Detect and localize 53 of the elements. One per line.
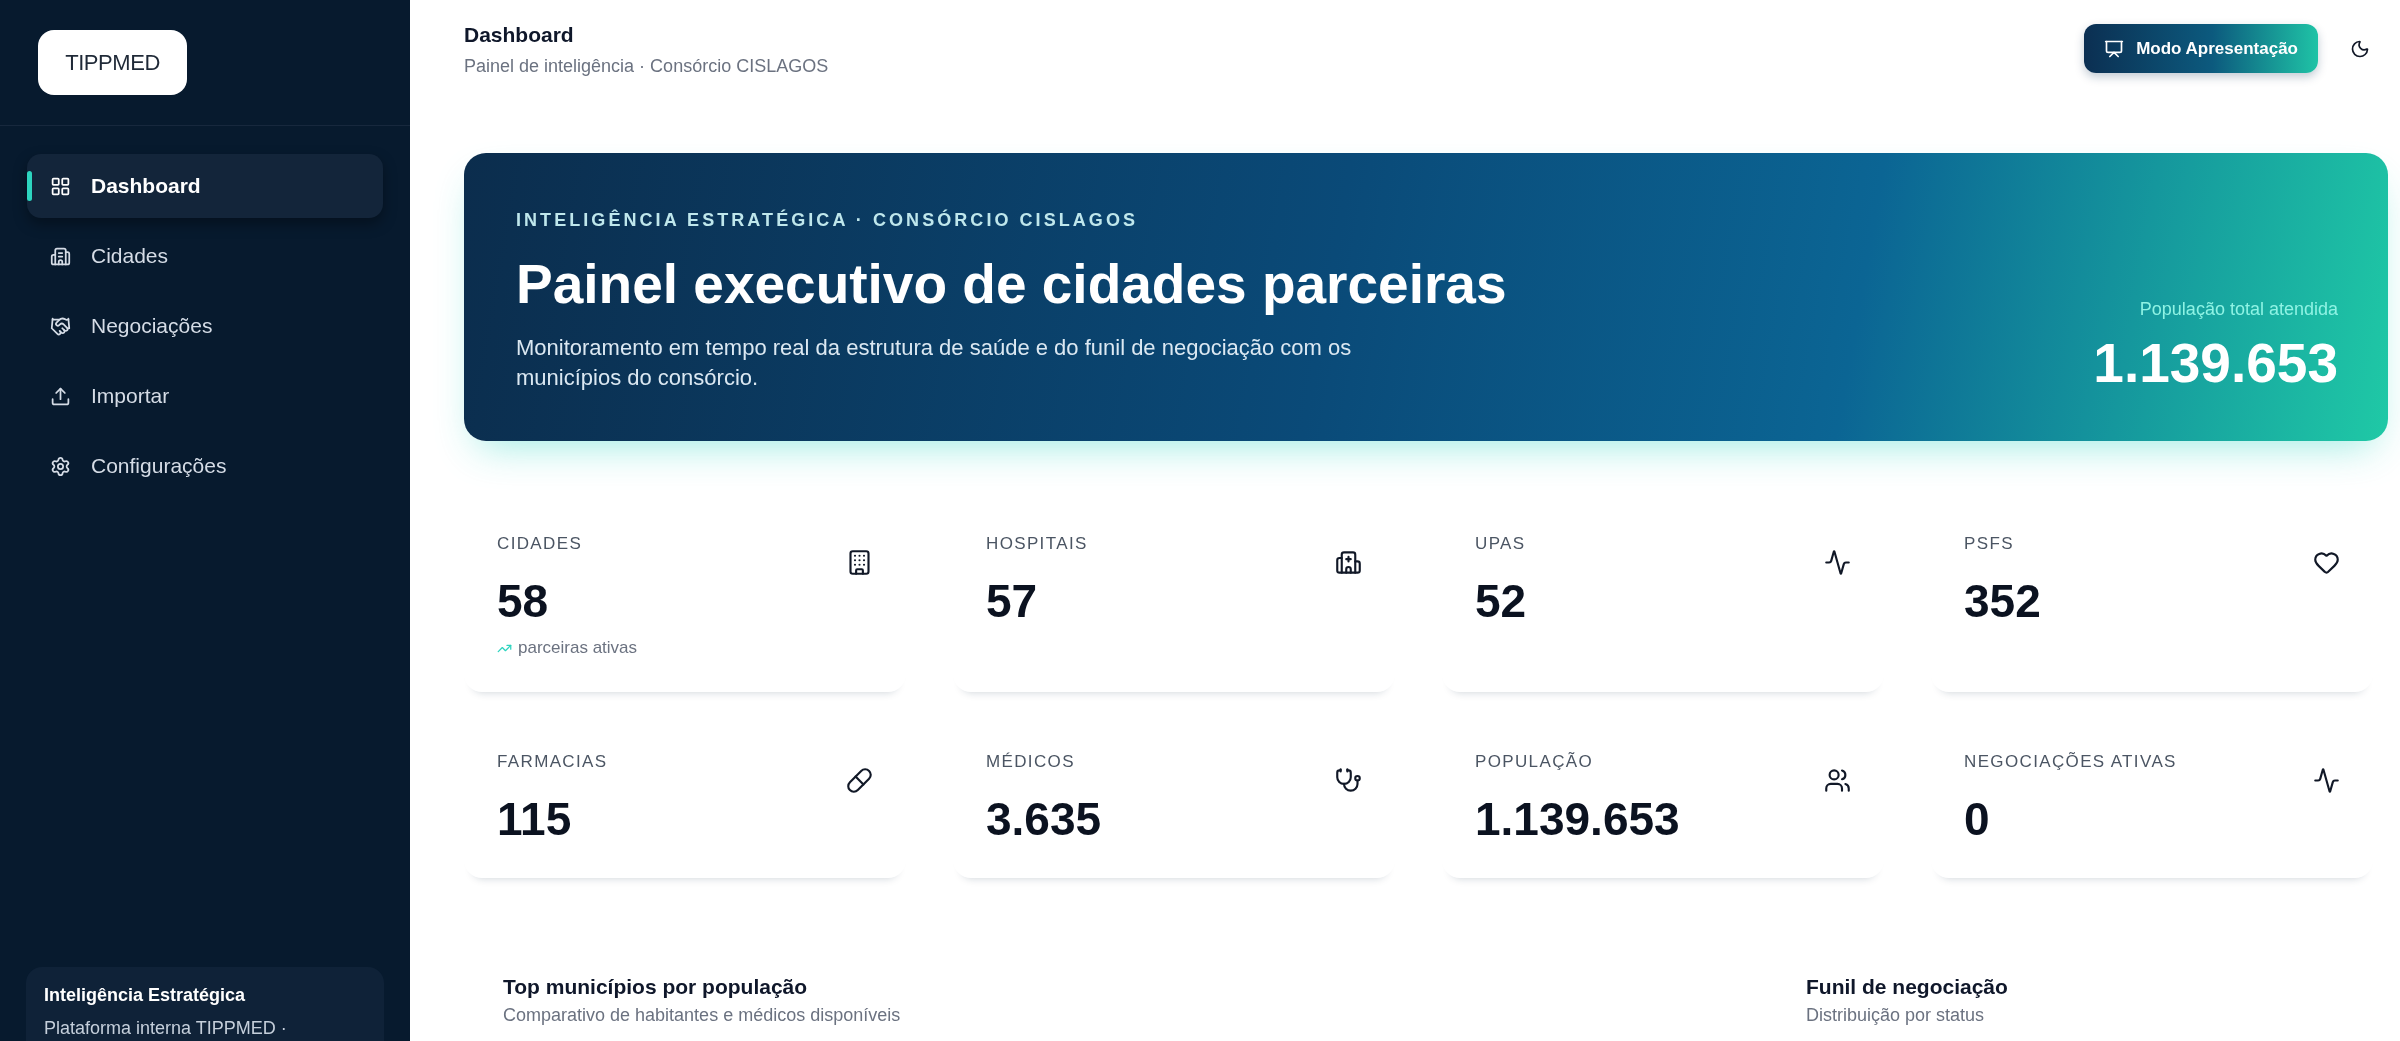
nav-item[interactable]: Configurações [27, 434, 383, 498]
moon-icon [2350, 38, 2370, 59]
logo: TIPPMED [38, 30, 187, 95]
settings-icon [50, 455, 71, 477]
stat-value: 3.635 [986, 793, 1102, 845]
nav-item[interactable]: Cidades [27, 224, 383, 288]
building-icon [846, 549, 873, 576]
heart-icon [2313, 549, 2340, 576]
nav-item[interactable]: Dashboard [27, 154, 383, 218]
pulse-icon [2313, 767, 2340, 794]
section-subtitle: Comparativo de habitantes e médicos disponíveis [503, 1004, 902, 1026]
building-icon [50, 245, 71, 267]
hero-eyebrow: INTELIGÊNCIA ESTRATÉGICA · CONSÓRCIO CISLAGOS [516, 209, 1140, 231]
hero-title: Painel executivo de cidades parceiras [516, 253, 1507, 315]
footer-title: Inteligência Estratégica [44, 984, 247, 1006]
upload-icon [50, 385, 71, 407]
stat-label: HOSPITAIS [986, 533, 1088, 555]
stat-label: UPAS [1475, 533, 1527, 555]
page-subtitle: Painel de inteligência · Consórcio CISLAGOS [464, 55, 829, 77]
stat-value: 115 [497, 793, 573, 845]
total-value: 1.139.653 [2093, 333, 2338, 393]
stat-label: PSFS [1964, 533, 2015, 555]
presentation-icon [2104, 38, 2125, 59]
section-subtitle: Distribuição por status [1806, 1004, 1986, 1026]
users-icon [1824, 767, 1851, 794]
pulse-icon [1824, 549, 1851, 576]
hero-description: Monitoramento em tempo real da estrutura de saúde e do funil de negociação com os municípios do consórcio. [516, 334, 1353, 392]
stat-note: parceiras ativas [518, 637, 638, 659]
stat-label: CIDADES [497, 533, 584, 555]
section-title: Top municípios por população [503, 974, 809, 1000]
stat-value: 352 [1964, 575, 2041, 627]
section-title: Funil de negociação [1806, 974, 2009, 1000]
grid-icon [50, 175, 71, 197]
stat-value: 0 [1964, 793, 1991, 845]
stat-value: 1.139.653 [1475, 793, 1680, 845]
nav-item[interactable]: Importar [27, 364, 383, 428]
stat-label: NEGOCIAÇÕES ATIVAS [1964, 751, 2177, 773]
stat-value: 57 [986, 575, 1039, 627]
presentation-mode-button[interactable]: Modo Apresentação [2084, 24, 2318, 73]
stat-label: POPULAÇÃO [1475, 751, 1595, 773]
stat-value: 52 [1475, 575, 1527, 627]
hospital-icon [1335, 549, 1362, 576]
stat-value: 58 [497, 575, 550, 627]
footer-text: Plataforma interna TIPPMED · [44, 1017, 288, 1039]
handshake-icon [50, 315, 71, 337]
active-indicator [27, 171, 32, 201]
page-title: Dashboard [464, 22, 575, 48]
total-label: População total atendida [2139, 298, 2338, 320]
nav-item[interactable]: Negociações [27, 294, 383, 358]
stat-label: FARMACIAS [497, 751, 608, 773]
pill-icon [846, 767, 873, 794]
stat-label: MÉDICOS [986, 751, 1076, 773]
stethoscope-icon [1335, 767, 1362, 794]
